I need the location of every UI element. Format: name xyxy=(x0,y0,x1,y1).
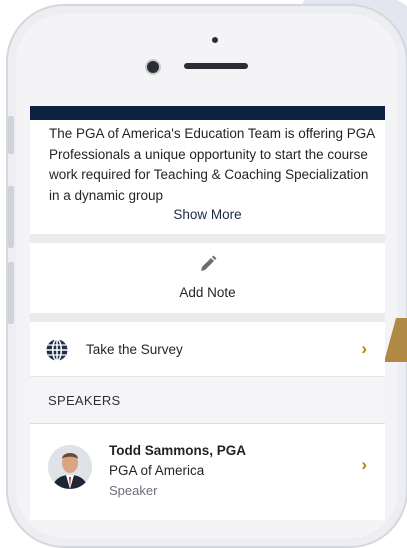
proximity-sensor xyxy=(212,37,218,43)
mute-switch xyxy=(8,116,14,154)
earpiece-speaker xyxy=(184,63,248,69)
volume-up-button xyxy=(8,186,14,248)
pencil-icon xyxy=(198,254,218,279)
event-description: The PGA of America's Education Team is o… xyxy=(49,126,375,203)
front-camera xyxy=(147,61,159,73)
show-more-button[interactable]: Show More xyxy=(30,207,385,222)
speaker-avatar xyxy=(48,445,92,489)
app-screen: The PGA of America's Education Team is o… xyxy=(30,106,385,520)
globe-icon xyxy=(45,338,69,367)
speaker-list-item[interactable]: Todd Sammons, PGA PGA of America Speaker… xyxy=(30,424,385,520)
navigation-bar xyxy=(30,106,385,120)
add-note-label: Add Note xyxy=(179,285,236,300)
add-note-button[interactable]: Add Note xyxy=(30,243,385,313)
chevron-right-icon: › xyxy=(361,455,367,474)
speaker-role: Speaker xyxy=(109,483,158,498)
description-card: The PGA of America's Education Team is o… xyxy=(30,120,385,234)
take-survey-row[interactable]: Take the Survey › xyxy=(30,322,385,376)
chevron-right-icon: › xyxy=(361,339,367,358)
volume-down-button xyxy=(8,262,14,324)
speaker-name: Todd Sammons, PGA xyxy=(109,443,247,458)
speaker-organization: PGA of America xyxy=(109,463,205,478)
section-divider xyxy=(30,234,385,243)
survey-label: Take the Survey xyxy=(86,341,183,357)
section-divider xyxy=(30,313,385,322)
speakers-section-header: SPEAKERS xyxy=(30,376,385,424)
